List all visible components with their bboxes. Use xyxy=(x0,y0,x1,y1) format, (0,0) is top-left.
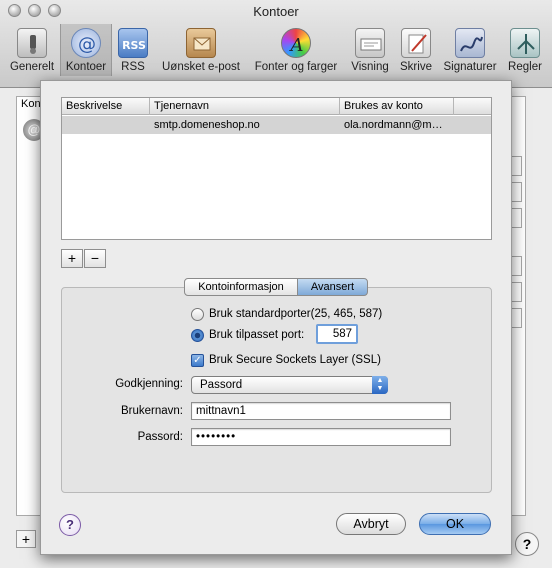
ok-button[interactable]: OK xyxy=(419,513,491,535)
preferences-toolbar: Generelt @ Kontoer RSS RSS Uønsket e-pos… xyxy=(0,24,552,76)
switch-icon xyxy=(17,28,47,58)
password-label: Passord: xyxy=(137,431,183,443)
toolbar-fonts-colors[interactable]: A Fonter og farger xyxy=(250,24,342,76)
junk-mail-icon xyxy=(186,28,216,58)
smtp-server-table: Beskrivelse Tjenernavn Brukes av konto s… xyxy=(61,97,492,240)
default-ports-label: Bruk standardporter(25, 465, 587) xyxy=(209,308,383,320)
column-header-server[interactable]: Tjenernavn xyxy=(150,98,340,115)
tab-advanced[interactable]: Avansert xyxy=(297,278,368,296)
svg-text:RSS: RSS xyxy=(122,39,146,52)
toolbar-rss[interactable]: RSS RSS xyxy=(114,24,152,76)
toolbar-general[interactable]: Generelt xyxy=(6,24,58,76)
column-header-used-by[interactable]: Brukes av konto xyxy=(340,98,454,115)
ssl-label: Bruk Secure Sockets Layer (SSL) xyxy=(209,354,381,366)
column-header-description[interactable]: Beskrivelse xyxy=(62,98,150,115)
ssl-checkbox[interactable]: ✓ xyxy=(191,354,204,367)
toolbar-accounts[interactable]: @ Kontoer xyxy=(60,24,112,76)
signature-icon xyxy=(455,28,485,58)
window-title: Kontoer xyxy=(253,4,299,19)
username-label: Brukernavn: xyxy=(120,405,183,417)
auth-select[interactable]: Passord ▲ ▼ xyxy=(191,376,388,394)
toolbar-junk-mail[interactable]: Uønsket e-post xyxy=(156,24,246,76)
custom-port-radio[interactable] xyxy=(191,329,204,342)
at-sign-icon: @ xyxy=(71,28,101,58)
auth-select-value: Passord xyxy=(200,379,243,391)
toolbar-rules[interactable]: Regler xyxy=(502,24,548,76)
cell-description xyxy=(62,116,150,134)
auth-label: Godkjenning: xyxy=(115,378,183,390)
table-header: Beskrivelse Tjenernavn Brukes av konto xyxy=(62,98,491,115)
toolbar-composing[interactable]: Skrive xyxy=(396,24,436,76)
title-bar: Kontoer Generelt @ Kontoer RSS RSS Uønsk… xyxy=(0,0,552,88)
svg-text:@: @ xyxy=(78,34,96,55)
mail-preferences-window: Kontoer Generelt @ Kontoer RSS RSS Uønsk… xyxy=(0,0,552,568)
svg-text:A: A xyxy=(289,35,304,56)
add-server-button[interactable]: + xyxy=(61,249,83,268)
default-ports-radio[interactable] xyxy=(191,308,204,321)
cell-used-by: ola.nordmann@m… xyxy=(344,119,443,131)
cell-server: smtp.domeneshop.no xyxy=(154,119,260,131)
rules-icon xyxy=(510,28,540,58)
add-account-button[interactable]: + xyxy=(16,530,36,548)
compose-icon xyxy=(401,28,431,58)
rss-icon: RSS xyxy=(118,28,148,58)
toolbar-viewing[interactable]: Visning xyxy=(346,24,394,76)
cancel-button[interactable]: Avbryt xyxy=(336,513,406,535)
tab-account-info[interactable]: Kontoinformasjon xyxy=(184,278,298,296)
custom-port-label: Bruk tilpasset port: xyxy=(209,329,305,341)
password-field[interactable]: •••••••• xyxy=(191,428,451,446)
custom-port-field[interactable]: 587 xyxy=(316,324,358,344)
background-help-button[interactable]: ? xyxy=(515,532,539,556)
help-button[interactable]: ? xyxy=(59,514,81,536)
toolbar-signatures[interactable]: Signaturer xyxy=(440,24,500,76)
username-field[interactable]: mittnavn1 xyxy=(191,402,451,420)
remove-server-button[interactable]: − xyxy=(84,249,106,268)
smtp-server-sheet: Beskrivelse Tjenernavn Brukes av konto s… xyxy=(40,80,512,555)
accounts-list-header: Kon xyxy=(21,98,41,110)
viewing-icon xyxy=(355,28,385,58)
chevron-updown-icon: ▲ ▼ xyxy=(372,376,388,394)
table-row[interactable]: smtp.domeneshop.no ola.nordmann@m… xyxy=(62,116,491,134)
fonts-colors-icon: A xyxy=(281,28,311,58)
